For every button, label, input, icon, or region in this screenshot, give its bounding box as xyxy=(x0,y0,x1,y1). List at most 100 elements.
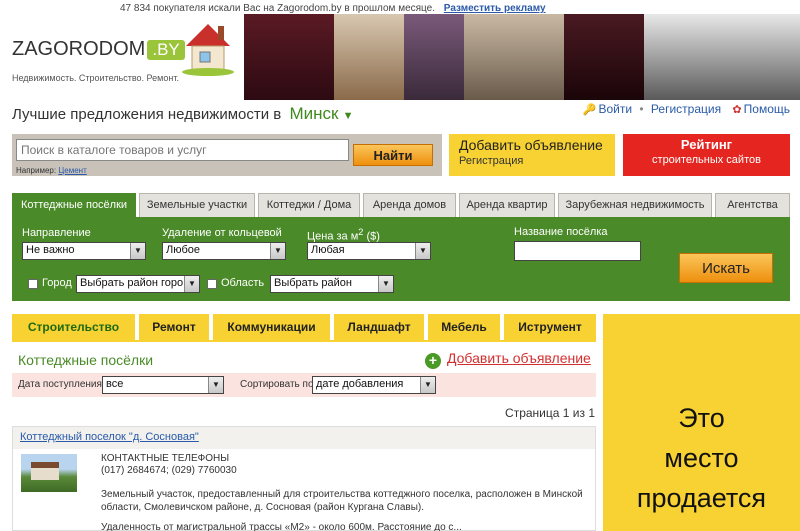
chevron-down-icon: ▼ xyxy=(270,243,285,259)
tab-land-plots[interactable]: Земельные участки xyxy=(139,193,255,217)
tab-cottage-villages[interactable]: Коттеджные посёлки xyxy=(12,193,136,218)
contacts-label: КОНТАКТНЫЕ ТЕЛЕФОНЫ xyxy=(101,453,230,464)
help-icon: ✿ xyxy=(732,104,742,116)
listing-title-link[interactable]: Коттеджный поселок "д. Сосновая" xyxy=(20,431,199,443)
banner-panel xyxy=(404,14,464,100)
login-link[interactable]: Войти xyxy=(598,102,632,116)
city-select[interactable]: Минск xyxy=(289,104,338,123)
filter-panel: Направление Не важно ▼ Удаление от кольце… xyxy=(12,217,790,301)
distance-label: Удаление от кольцевой xyxy=(162,227,282,239)
add-ad-button[interactable]: Добавить объявление Регистрация xyxy=(449,134,615,176)
add-listing-link[interactable]: + Добавить объявление xyxy=(425,350,591,369)
price-label-sup: 2 xyxy=(358,227,364,237)
chevron-down-icon: ▼ xyxy=(130,243,145,259)
list-item: Коттеджный поселок "д. Сосновая" КОНТАКТ… xyxy=(12,426,596,531)
date-label: Дата поступления xyxy=(18,379,102,390)
tab-agencies[interactable]: Агентства xyxy=(715,193,790,217)
chevron-down-icon[interactable]: ▼ xyxy=(343,110,354,122)
ad-placeholder[interactable]: Это место продается xyxy=(603,314,800,531)
key-icon: 🔑 xyxy=(582,104,597,116)
show-results-button[interactable]: Искать xyxy=(679,253,773,283)
region-district-value: Выбрать район xyxy=(274,277,352,289)
city-district-select[interactable]: Выбрать район горо ▼ xyxy=(76,275,200,293)
rating-button[interactable]: Рейтинг строительных сайтов xyxy=(623,134,790,176)
date-select[interactable]: все ▼ xyxy=(102,376,224,394)
banner-panel xyxy=(644,14,800,100)
ad-line: место xyxy=(664,443,739,473)
sort-select[interactable]: дате добавления ▼ xyxy=(312,376,436,394)
price-label-text: Цена за м xyxy=(307,230,359,243)
region-label: Область xyxy=(221,277,265,289)
sort-label: Сортировать по xyxy=(240,379,314,390)
sort-value: дате добавления xyxy=(316,378,404,390)
banner-panel xyxy=(244,14,334,100)
add-ad-title: Добавить объявление xyxy=(459,137,603,153)
rating-subtitle: строительных сайтов xyxy=(652,154,761,166)
ad-line: Это xyxy=(678,403,725,433)
pagination-info: Страница 1 из 1 xyxy=(505,406,595,420)
search-input[interactable] xyxy=(16,139,349,161)
user-links: 🔑 Войти • Регистрация ✿ Помощь xyxy=(582,102,790,116)
region-checkbox[interactable] xyxy=(207,279,217,289)
section-title: Коттеджные посёлки xyxy=(18,352,154,368)
ad-line: продается xyxy=(636,483,767,513)
add-ad-subtitle: Регистрация xyxy=(459,155,524,167)
banner-panel xyxy=(334,14,404,100)
ad-text: Это место продается xyxy=(603,398,800,518)
visitors-text: 47 834 покупателя искали Вас на Zagorodo… xyxy=(120,3,435,14)
add-listing-text: Добавить объявление xyxy=(447,350,591,366)
listing-photo[interactable] xyxy=(21,454,77,492)
headline-text: Лучшие предложения недвижимости в xyxy=(12,106,282,123)
chevron-down-icon: ▼ xyxy=(378,276,393,292)
category-construction[interactable]: Строительство xyxy=(12,314,135,340)
date-value: все xyxy=(106,378,124,390)
city-district-value: Выбрать район горо xyxy=(80,277,184,289)
tab-foreign-realty[interactable]: Зарубежная недвижимость xyxy=(558,193,712,217)
listing-desc-line: Удаленность от магистральной трассы «М2»… xyxy=(101,522,462,531)
price-label: Цена за м2 ($) xyxy=(307,227,380,243)
chevron-down-icon: ▼ xyxy=(184,276,199,292)
plus-icon: + xyxy=(425,353,441,369)
tab-apartment-rent[interactable]: Аренда квартир xyxy=(459,193,555,217)
village-name-input[interactable] xyxy=(514,241,641,261)
tab-cottages-houses[interactable]: Коттеджи / Дома xyxy=(258,193,360,217)
banner-panel xyxy=(564,14,644,100)
search-button[interactable]: Найти xyxy=(353,144,433,166)
category-divider xyxy=(12,340,596,342)
city-headline: Лучшие предложения недвижимости в Минск … xyxy=(12,104,353,124)
help-link[interactable]: Помощь xyxy=(744,102,790,116)
logo-name: ZAGORODOM xyxy=(12,38,146,60)
chevron-down-icon: ▼ xyxy=(415,243,430,259)
city-checkbox[interactable] xyxy=(28,279,38,289)
rating-title: Рейтинг xyxy=(680,137,733,152)
price-select[interactable]: Любая ▼ xyxy=(307,242,431,260)
price-value: Любая xyxy=(311,244,345,256)
logo[interactable]: ZAGORODOM .BY xyxy=(12,38,185,61)
category-landscape[interactable]: Ландшафт xyxy=(334,314,424,340)
sort-bar: Дата поступления все ▼ Сортировать по дат… xyxy=(12,373,596,397)
banner-panel xyxy=(464,14,564,100)
tab-house-rent[interactable]: Аренда домов xyxy=(363,193,456,217)
direction-select[interactable]: Не важно ▼ xyxy=(22,242,146,260)
distance-select[interactable]: Любое ▼ xyxy=(162,242,286,260)
category-utilities[interactable]: Коммуникации xyxy=(213,314,330,340)
city-label: Город xyxy=(42,277,72,289)
direction-label: Направление xyxy=(22,227,91,239)
region-district-select[interactable]: Выбрать район ▼ xyxy=(270,275,394,293)
price-label-unit: ($) xyxy=(366,230,380,243)
distance-value: Любое xyxy=(166,244,201,256)
house-logo-icon xyxy=(182,24,234,76)
listing-desc-line: области, Смолевичском районе, д. Соснова… xyxy=(101,502,424,513)
furniture-banner[interactable] xyxy=(244,14,800,100)
advertise-link[interactable]: Разместить рекламу xyxy=(444,3,546,14)
chevron-down-icon: ▼ xyxy=(420,377,435,393)
listing-desc-line: Земельный участок, предоставленный для с… xyxy=(101,489,583,500)
category-furniture[interactable]: Мебель xyxy=(428,314,500,340)
category-repair[interactable]: Ремонт xyxy=(139,314,209,340)
hint-link[interactable]: Цемент xyxy=(58,166,86,175)
hint-prefix: Например: xyxy=(16,166,57,175)
name-label: Название посёлка xyxy=(514,226,608,238)
register-link[interactable]: Регистрация xyxy=(651,102,721,116)
direction-value: Не важно xyxy=(26,244,75,256)
category-tools[interactable]: Иструмент xyxy=(504,314,596,340)
